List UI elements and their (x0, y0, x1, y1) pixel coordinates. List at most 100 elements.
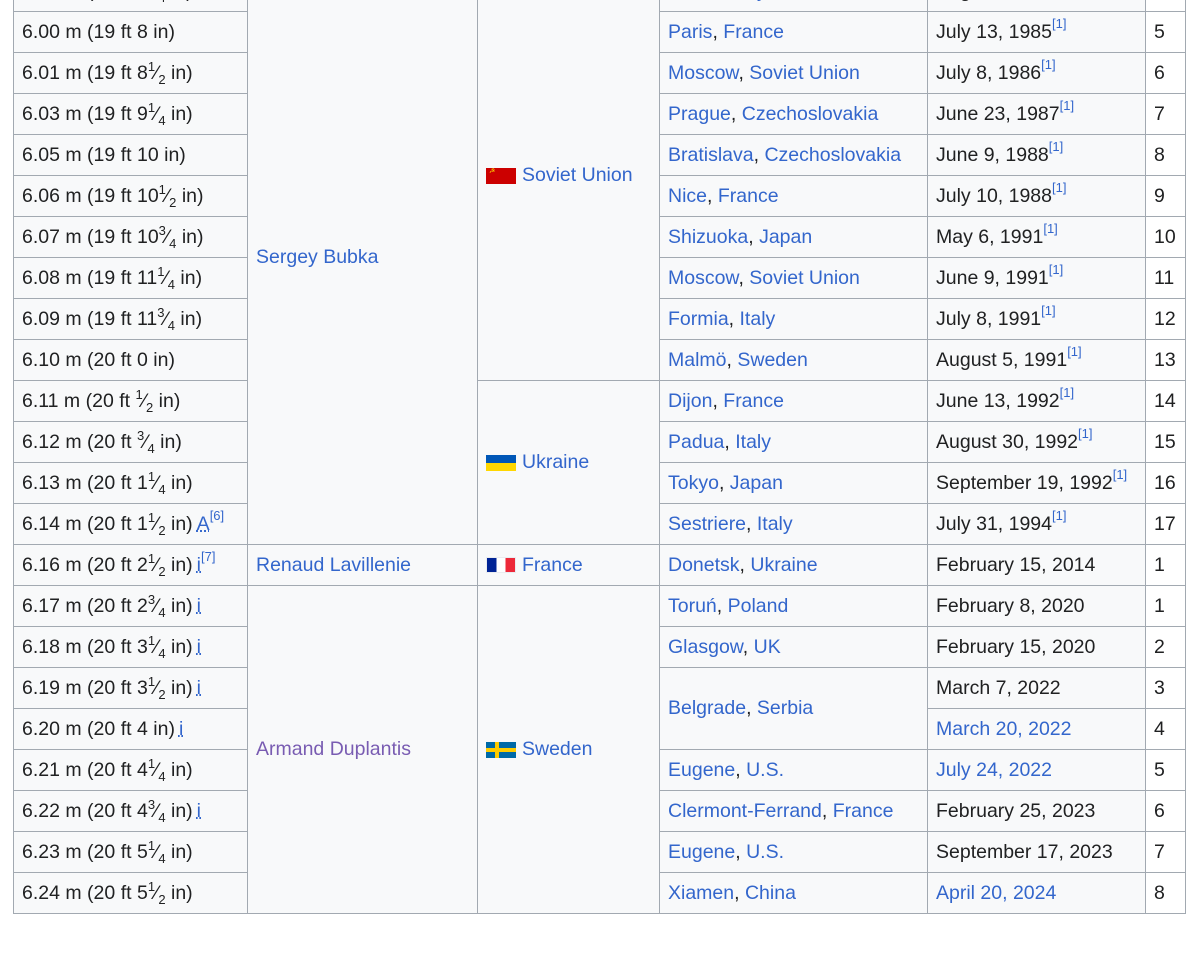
indoor-note-link[interactable]: i (197, 636, 201, 658)
venue-city-link[interactable]: Toruń (668, 595, 717, 617)
nation-link[interactable]: France (522, 554, 583, 576)
record-mark-cell: 6.21 m (20 ft 41⁄4 in) (13, 749, 248, 791)
venue-city-link[interactable]: Sestriere (668, 513, 746, 535)
date-link[interactable]: July 24, 2022 (936, 759, 1052, 781)
record-mark-cell: 6.17 m (20 ft 23⁄4 in) i (13, 585, 248, 627)
venue-city-link[interactable]: Eugene (668, 759, 735, 781)
venue-city-link[interactable]: Bratislava (668, 144, 754, 166)
venue-country-link[interactable]: France (718, 185, 779, 207)
reference-link[interactable]: [1] (1067, 344, 1081, 359)
venue-country-link[interactable]: Italy (735, 431, 771, 453)
venue-country-link[interactable]: Italy (757, 513, 793, 535)
reference-link[interactable]: [1] (1113, 467, 1127, 482)
athlete-link[interactable]: Renaud Lavillenie (256, 554, 411, 576)
venue-country-link[interactable]: UK (754, 636, 781, 658)
venue-country-link[interactable]: Poland (728, 595, 789, 617)
venue-country-link[interactable]: Czechoslovakia (764, 144, 901, 166)
reference-link[interactable]: [1] (1041, 57, 1055, 72)
venue-country-link[interactable]: Soviet Union (749, 62, 860, 84)
reference-link[interactable]: [1] (1052, 180, 1066, 195)
date-cell: February 15, 2014 (927, 544, 1146, 586)
venue-country-link[interactable]: Japan (759, 226, 812, 248)
venue-city-link[interactable]: Belgrade (668, 697, 746, 719)
record-count-cell: 6 (1145, 52, 1186, 94)
nation-link[interactable]: Soviet Union (522, 164, 633, 186)
venue-country-link[interactable]: Italy (731, 0, 767, 2)
venue-country-link[interactable]: Ukraine (750, 554, 817, 576)
reference-link[interactable]: [1] (1060, 385, 1074, 400)
reference-link[interactable]: [1] (1052, 16, 1066, 31)
reference-link[interactable]: [6] (210, 508, 224, 523)
indoor-note-link[interactable]: i (197, 677, 201, 699)
date-text: June 9, 1991 (936, 266, 1049, 289)
altitude-note-link[interactable]: A (197, 513, 210, 535)
venue-cell: Moscow, Soviet Union (659, 257, 928, 299)
reference-link[interactable]: [1] (1041, 303, 1055, 318)
venue-country-link[interactable]: Czechoslovakia (742, 103, 879, 125)
nation-link[interactable]: Ukraine (522, 451, 589, 473)
reference-link[interactable]: [1] (1078, 426, 1092, 441)
athlete-link[interactable]: Armand Duplantis (256, 738, 411, 760)
venue-city-link[interactable]: Paris (668, 21, 712, 43)
record-count-cell: 14 (1145, 380, 1186, 422)
venue-country-link[interactable]: Serbia (757, 697, 813, 719)
record-count: 9 (1154, 184, 1165, 207)
record-mark-cell: 6.09 m (19 ft 113⁄4 in) (13, 298, 248, 340)
reference-link[interactable]: [7] (201, 549, 215, 564)
venue-country-link[interactable]: France (723, 21, 784, 43)
reference-link[interactable]: [1] (1049, 139, 1063, 154)
venue-country-link[interactable]: U.S. (746, 841, 784, 863)
venue-city-link[interactable]: Dijon (668, 390, 712, 412)
reference-link[interactable]: [1] (1060, 98, 1074, 113)
athlete-link[interactable]: Sergey Bubka (256, 246, 379, 268)
venue-cell: Toruń, Poland (659, 585, 928, 627)
venue-city-link[interactable]: Moscow (668, 62, 738, 84)
record-count-cell: 17 (1145, 503, 1186, 545)
venue-city-link[interactable]: Nice (668, 185, 707, 207)
record-mark-imperial: (19 ft 111⁄4 in) (87, 264, 203, 292)
indoor-note-link[interactable]: i (179, 718, 183, 740)
venue-city-link[interactable]: Tokyo (668, 472, 719, 494)
record-mark-imperial: (20 ft 41⁄4 in) (87, 756, 193, 784)
reference-link[interactable]: [1] (1043, 221, 1057, 236)
venue-city-link[interactable]: Rome (668, 0, 720, 2)
venue-city-link[interactable]: Padua (668, 431, 724, 453)
indoor-note-link[interactable]: i (197, 800, 201, 822)
record-mark-imperial: (20 ft 11⁄2 in) (87, 510, 193, 538)
venue-country-link[interactable]: Sweden (737, 349, 807, 371)
date-cell: September 17, 2023 (927, 831, 1146, 873)
date-link[interactable]: April 20, 2024 (936, 882, 1056, 904)
venue-country-link[interactable]: France (723, 390, 784, 412)
venue-city-link[interactable]: Donetsk (668, 554, 740, 576)
record-mark: 6.12 m (22, 430, 82, 453)
venue-city-link[interactable]: Malmö (668, 349, 727, 371)
record-mark-cell: 6.19 m (20 ft 31⁄2 in) i (13, 667, 248, 709)
indoor-note-link[interactable]: i (197, 595, 201, 617)
venue-city-link[interactable]: Shizuoka (668, 226, 748, 248)
venue-city-link[interactable]: Prague (668, 103, 731, 125)
venue-country-link[interactable]: Soviet Union (749, 267, 860, 289)
date-cell: July 8, 1991[1] (927, 298, 1146, 340)
reference-link[interactable]: [1] (1049, 262, 1063, 277)
venue-city-link[interactable]: Formia (668, 308, 729, 330)
venue-country-link[interactable]: U.S. (746, 759, 784, 781)
nation-cell: Sweden (477, 585, 660, 914)
venue-country-link[interactable]: China (745, 882, 796, 904)
reference-link[interactable]: [1] (1052, 508, 1066, 523)
venue-city-link[interactable]: Moscow (668, 267, 738, 289)
venue-city-link[interactable]: Xiamen (668, 882, 734, 904)
record-mark-imperial: (20 ft 1⁄2 in) (85, 387, 181, 415)
record-count: 2 (1154, 635, 1165, 658)
record-count: 7 (1154, 102, 1165, 125)
venue-city-link[interactable]: Eugene (668, 841, 735, 863)
nation-link[interactable]: Sweden (522, 738, 592, 760)
venue-city-link[interactable]: Glasgow (668, 636, 743, 658)
date-link[interactable]: March 20, 2022 (936, 718, 1072, 740)
venue-country-link[interactable]: France (833, 800, 894, 822)
record-mark: 6.08 m (22, 266, 82, 289)
venue-city-link[interactable]: Clermont-Ferrand (668, 800, 822, 822)
venue-country-link[interactable]: Japan (730, 472, 783, 494)
venue-country-link[interactable]: Italy (740, 308, 776, 330)
venue-cell: Formia, Italy (659, 298, 928, 340)
date-cell: February 25, 2023 (927, 790, 1146, 832)
